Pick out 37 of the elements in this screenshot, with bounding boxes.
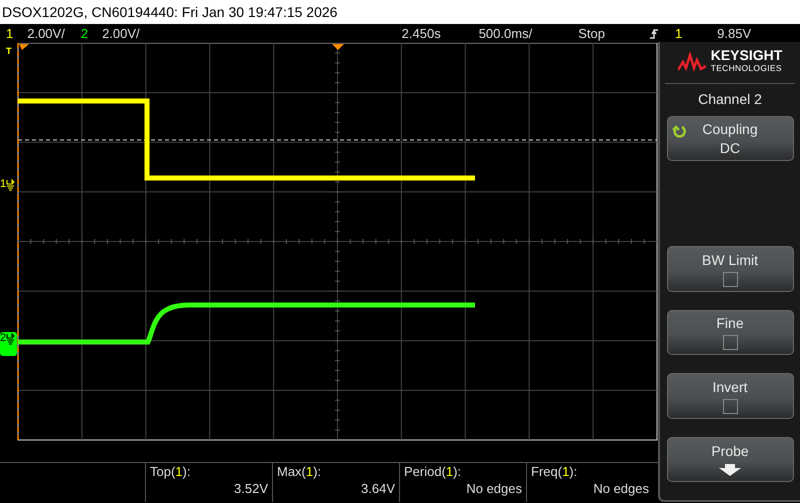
measurement-value: 3.64V bbox=[360, 480, 395, 497]
measurement-value: No edges bbox=[592, 480, 649, 497]
channel-number: 1 bbox=[6, 24, 14, 43]
ground-icon bbox=[6, 332, 16, 346]
channel-number: 1 bbox=[0, 178, 6, 190]
softkey-button[interactable]: Fine bbox=[666, 310, 794, 356]
softkey-button[interactable]: BW Limit bbox=[666, 246, 794, 292]
softkey-button[interactable]: Invert bbox=[666, 373, 794, 419]
ground-icon bbox=[6, 178, 16, 192]
measurement-label: Top(1): bbox=[150, 463, 192, 480]
trigger-level: 9.85V bbox=[717, 24, 752, 43]
trigger-source: 1 bbox=[674, 24, 682, 43]
trigger-marker: T bbox=[6, 47, 12, 56]
trigger-position-marker bbox=[332, 44, 344, 50]
brand-name: KEYSIGHT bbox=[710, 50, 782, 62]
measurement-label: Max(1): bbox=[277, 463, 322, 480]
softkey-button[interactable]: Probe bbox=[666, 436, 794, 482]
measurement-value: 3.52V bbox=[233, 480, 268, 497]
time-reference-marker bbox=[19, 44, 29, 50]
channel-number: 2 bbox=[80, 24, 88, 43]
window-title: DSOX1202G, CN60194440: Fri Jan 30 19:47:15 2026 bbox=[2, 4, 338, 20]
channel-scale: 2.00V/ bbox=[27, 24, 65, 43]
brand-subtitle: TECHNOLOGIES bbox=[710, 63, 782, 74]
measurement-label: Freq(1): bbox=[531, 463, 578, 480]
cycle-icon bbox=[672, 124, 688, 139]
down-arrow-icon bbox=[719, 464, 741, 476]
menu-title: Channel 2 bbox=[698, 90, 762, 109]
measurement-label: Period(1): bbox=[404, 463, 462, 480]
rising-edge-icon bbox=[648, 28, 659, 40]
measurement-value: No edges bbox=[465, 480, 522, 497]
softkey-button[interactable]: Coupling DC bbox=[666, 116, 794, 162]
channel-scale: 2.00V/ bbox=[102, 24, 140, 43]
run-state: Stop bbox=[578, 24, 605, 43]
channel-number: 2 bbox=[0, 332, 6, 344]
time-position: 2.450s bbox=[402, 24, 441, 43]
time-scale: 500.0ms/ bbox=[478, 24, 532, 43]
logo-wave-icon bbox=[678, 52, 706, 72]
